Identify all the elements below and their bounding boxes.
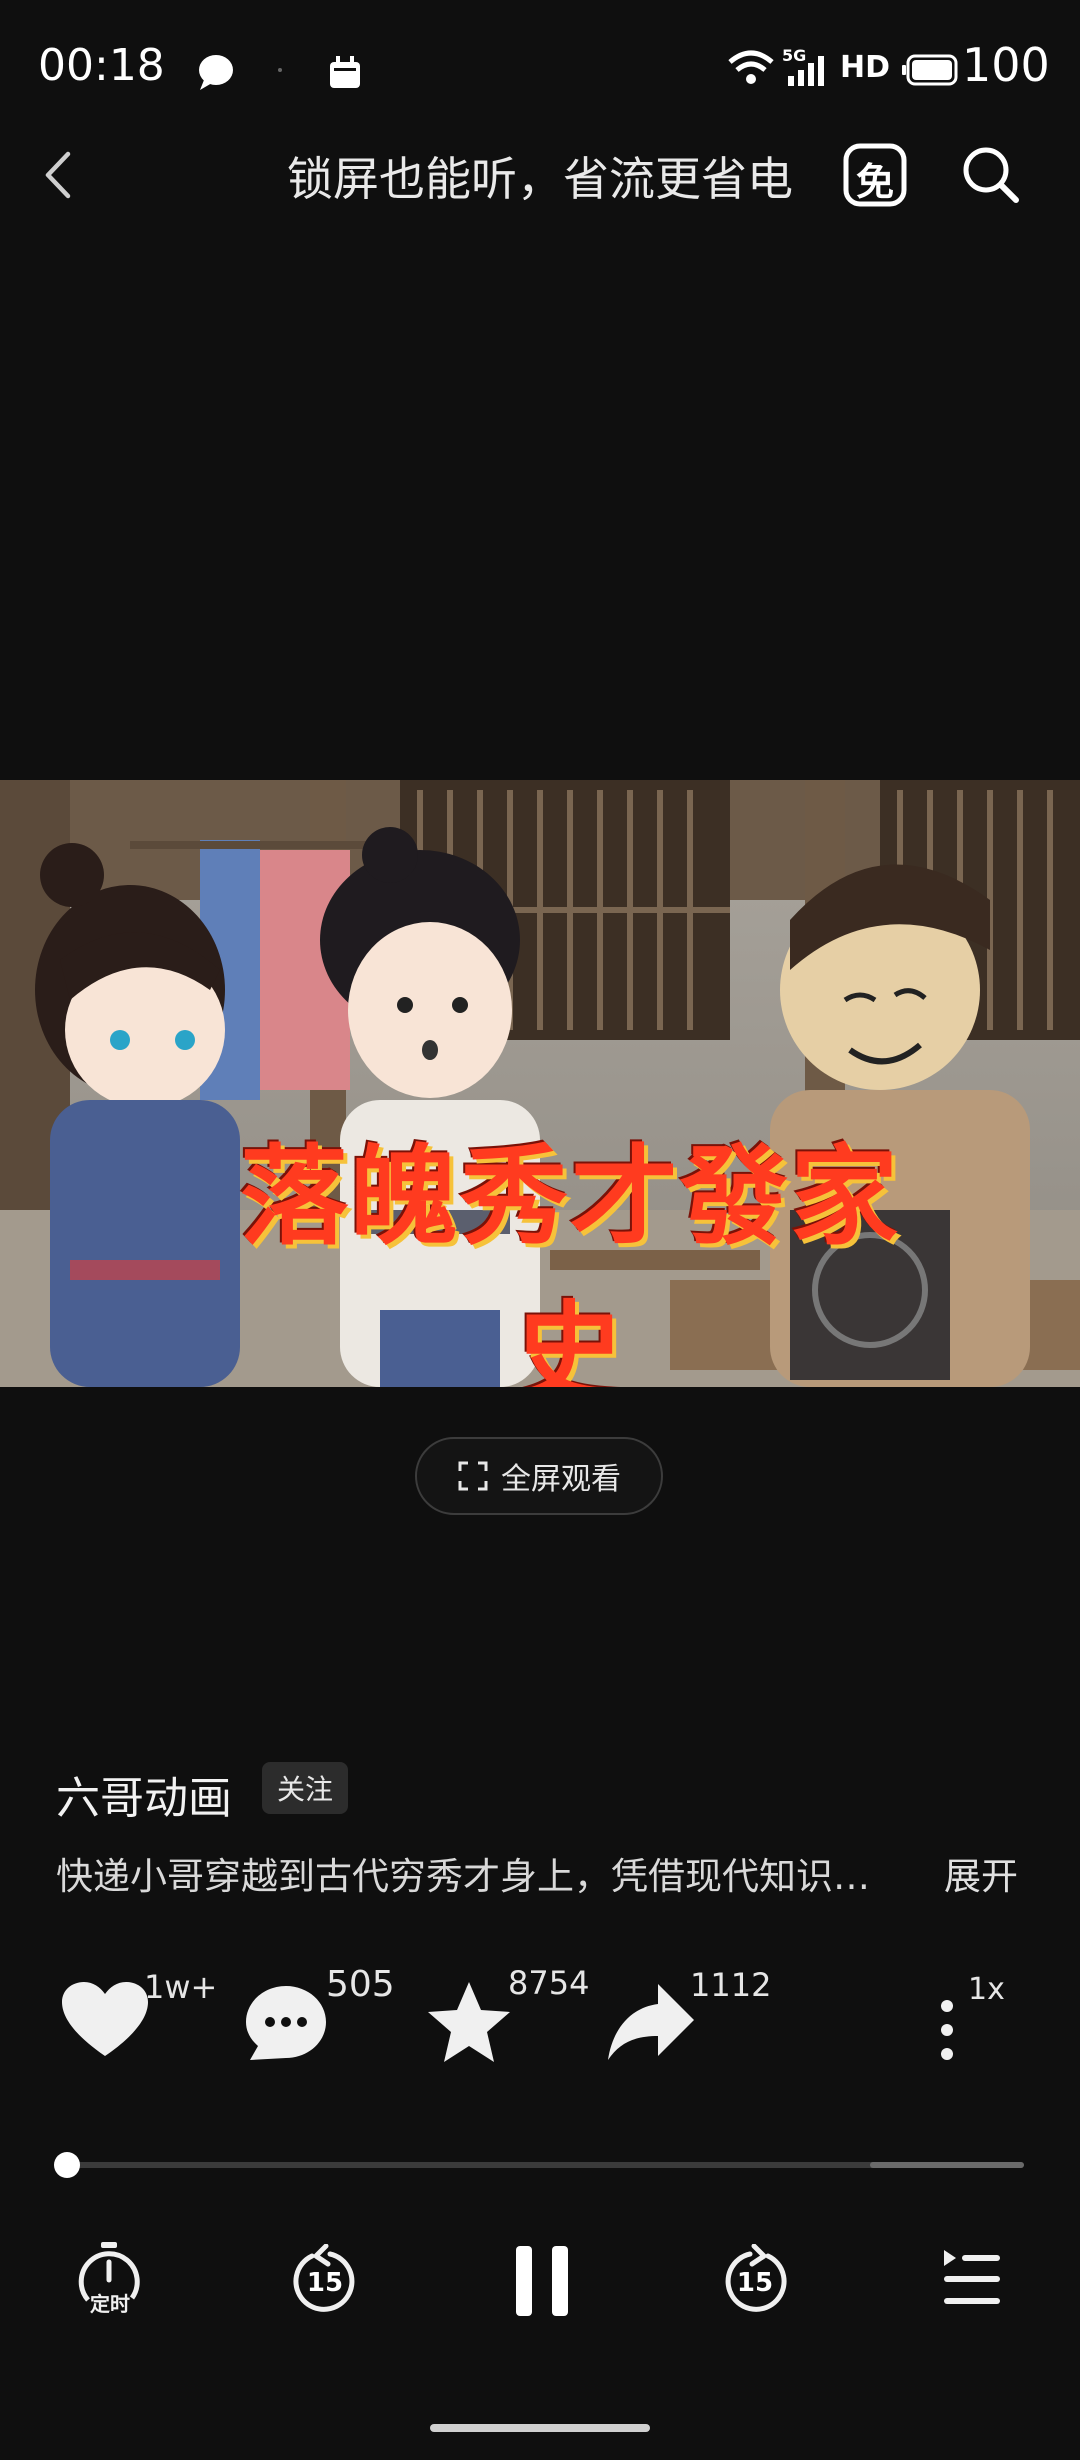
sleep-timer-button[interactable]: 定时	[74, 2240, 144, 2320]
calendar-icon	[330, 56, 360, 88]
favorite-count: 8754	[508, 1964, 590, 2002]
pause-icon	[516, 2246, 568, 2316]
favorite-icon[interactable]	[426, 1980, 512, 2064]
rewind-button[interactable]: 15	[290, 2243, 360, 2318]
share-count: 1112	[690, 1966, 772, 2004]
video-player[interactable]: 落魄秀才發家史	[0, 780, 1080, 1387]
status-bar: 00:18 5G HD 100	[0, 0, 1080, 140]
like-count: 1w+	[144, 1968, 218, 2006]
fullscreen-button[interactable]: 全屏观看	[415, 1437, 663, 1515]
chat-bubble-icon	[199, 55, 233, 90]
fullscreen-label: 全屏观看	[501, 1462, 621, 1497]
status-time: 00:18	[38, 40, 165, 91]
battery-level: 100	[962, 38, 1050, 92]
like-icon[interactable]	[60, 1980, 150, 2060]
signal-icon	[788, 56, 824, 86]
progress-thumb[interactable]	[54, 2152, 80, 2178]
free-label: 免	[855, 160, 894, 204]
more-icon[interactable]	[934, 1998, 960, 2062]
comment-icon[interactable]	[244, 1984, 328, 2064]
free-mode-button[interactable]: 免	[842, 142, 908, 208]
rewind-label: 15	[306, 2268, 344, 2298]
share-icon[interactable]	[606, 1980, 696, 2064]
comment-count: 505	[326, 1964, 395, 2005]
progress-buffer	[870, 2162, 1024, 2168]
expand-button[interactable]: 展开	[944, 1846, 1018, 1900]
battery-icon	[902, 54, 958, 86]
wifi-icon	[728, 50, 774, 84]
dot-icon	[278, 68, 282, 72]
author-name[interactable]: 六哥动画	[56, 1762, 232, 1826]
playlist-icon[interactable]	[940, 2246, 1002, 2310]
header-title: 锁屏也能听，省流更省电	[287, 152, 793, 206]
video-description: 快递小哥穿越到古代穷秀才身上，凭借现代知识…	[56, 1855, 870, 1898]
forward-label: 15	[736, 2268, 774, 2298]
timer-label: 定时	[90, 2292, 130, 2316]
hd-label: HD	[840, 50, 891, 85]
fullscreen-icon	[458, 1461, 488, 1491]
search-icon[interactable]	[958, 142, 1024, 208]
forward-button[interactable]: 15	[720, 2243, 790, 2318]
speed-label[interactable]: 1x	[968, 1972, 1005, 2007]
video-title-overlay: 落魄秀才發家史	[239, 1134, 900, 1387]
home-indicator[interactable]	[430, 2424, 650, 2432]
pause-button[interactable]	[512, 2242, 572, 2320]
follow-button[interactable]: 关注	[262, 1762, 348, 1814]
